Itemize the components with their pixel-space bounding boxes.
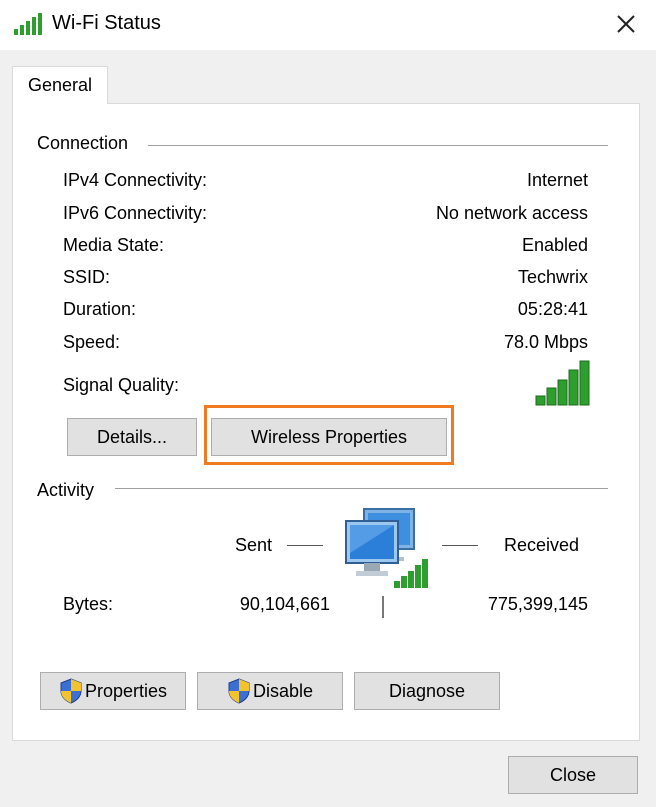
activity-divider: [115, 488, 608, 489]
signal-quality-label: Signal Quality:: [63, 375, 180, 395]
ssid-value: Techwrix: [517, 267, 588, 287]
bytes-label: Bytes:: [63, 594, 114, 614]
wireless-properties-button[interactable]: Wireless Properties: [211, 418, 447, 456]
ipv4-value: Internet: [526, 170, 588, 190]
speed-label: Speed:: [63, 332, 121, 352]
media-state-value: Enabled: [521, 235, 588, 255]
properties-button-label: Properties: [84, 680, 168, 701]
speed-value: 78.0 Mbps: [503, 332, 588, 352]
network-computers-icon: [345, 508, 428, 588]
disable-button-label: Disable: [252, 680, 314, 701]
close-button[interactable]: Close: [508, 756, 638, 794]
shield-icon: [60, 678, 82, 704]
activity-group-label: Activity: [37, 480, 95, 501]
duration-label: Duration:: [63, 299, 137, 319]
close-icon[interactable]: [608, 6, 644, 42]
connection-divider: [148, 145, 608, 146]
connection-group-label: Connection: [37, 133, 129, 154]
received-label: Received: [504, 535, 580, 555]
duration-value: 05:28:41: [517, 299, 588, 319]
wifi-signal-icon: [14, 13, 42, 35]
signal-strength-icon: [535, 360, 590, 406]
shield-icon: [228, 678, 250, 704]
media-state-label: Media State:: [63, 235, 165, 255]
tab-general[interactable]: General: [12, 66, 108, 104]
activity-separator: [382, 596, 384, 618]
sent-line: [287, 545, 323, 546]
details-button[interactable]: Details...: [67, 418, 197, 456]
bytes-received-value: 775,399,145: [487, 594, 588, 614]
ipv6-label: IPv6 Connectivity:: [63, 203, 208, 223]
ssid-label: SSID:: [63, 267, 111, 287]
title-bar: Wi-Fi Status: [0, 0, 656, 50]
sent-label: Sent: [235, 535, 273, 555]
ipv4-label: IPv4 Connectivity:: [63, 170, 208, 190]
bytes-sent-value: 90,104,661: [239, 594, 330, 614]
window-title: Wi-Fi Status: [52, 12, 161, 34]
received-line: [442, 545, 478, 546]
properties-button[interactable]: Properties: [40, 672, 186, 710]
diagnose-button[interactable]: Diagnose: [354, 672, 500, 710]
ipv6-value: No network access: [435, 203, 588, 223]
disable-button[interactable]: Disable: [197, 672, 343, 710]
